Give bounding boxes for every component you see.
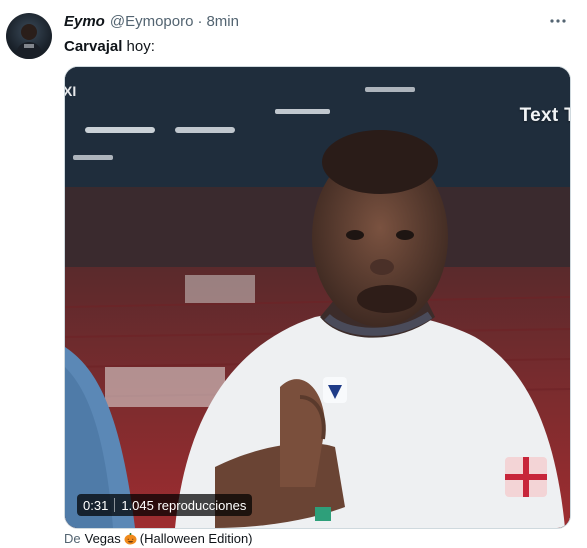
- video-views: 1.045 reproducciones: [121, 497, 247, 513]
- separator-dot: ·: [197, 12, 203, 30]
- avatar[interactable]: [6, 13, 52, 59]
- tweet-card[interactable]: Eymo @Eymoporo · 8min Carvajal hoy: XI T…: [0, 0, 587, 546]
- video-meta-divider: [114, 498, 116, 512]
- avatar-image: [15, 24, 43, 59]
- more-options-button[interactable]: [545, 8, 571, 34]
- pumpkin-icon: [124, 532, 137, 545]
- tweet-header: Eymo @Eymoporo · 8min: [64, 11, 547, 31]
- video-overlay-left-text: XI: [64, 83, 77, 99]
- tweet-text-rest: hoy:: [122, 38, 155, 55]
- more-horizontal-icon: [550, 19, 566, 23]
- display-name[interactable]: Eymo: [64, 13, 105, 30]
- video-player[interactable]: XI Text T 0:31 1.045 reproducciones: [64, 66, 571, 529]
- video-overlay-text: Text T: [519, 105, 571, 126]
- tweet-text: Carvajal hoy:: [64, 37, 155, 57]
- video-meta-badge: 0:31 1.045 reproducciones: [77, 494, 253, 516]
- video-duration: 0:31: [83, 497, 109, 513]
- tweet-text-bold: Carvajal: [64, 38, 123, 55]
- tweet-timestamp[interactable]: 8min: [206, 13, 239, 30]
- user-handle[interactable]: @Eymoporo: [110, 13, 194, 30]
- video-frame: [65, 67, 570, 528]
